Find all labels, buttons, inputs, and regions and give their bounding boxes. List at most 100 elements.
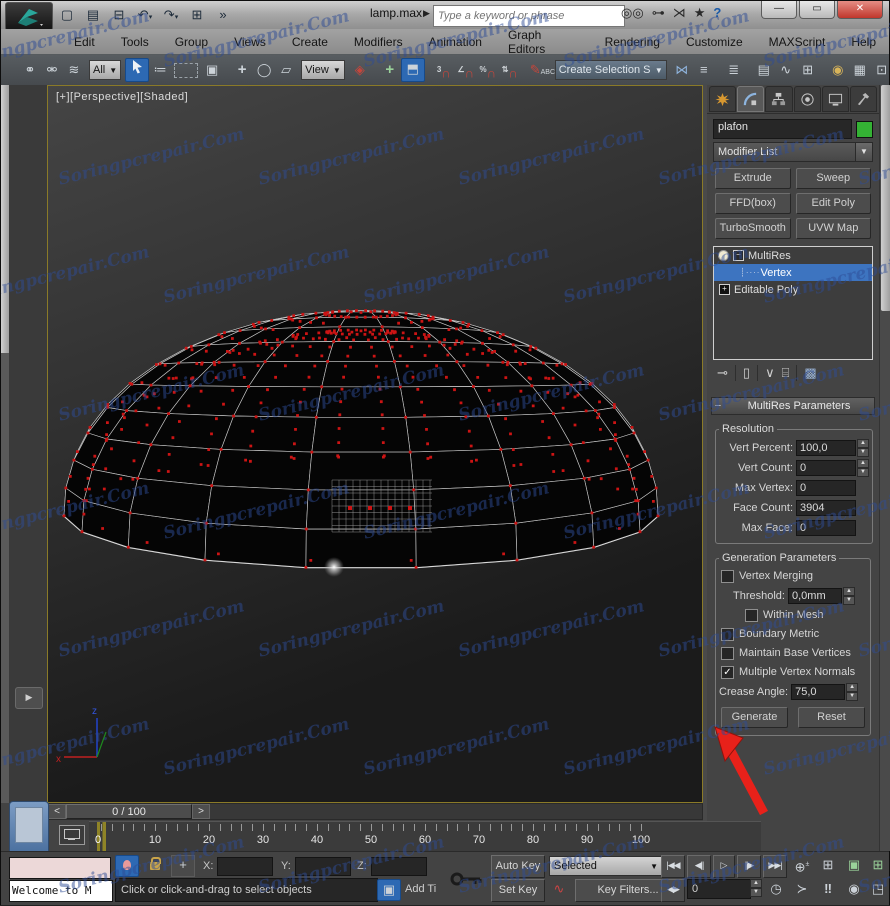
window-crossing-toggle-icon[interactable]: ▣ bbox=[201, 59, 223, 81]
percent-snap-toggle-icon[interactable]: %∩ bbox=[477, 59, 499, 81]
play-button[interactable]: ▷ bbox=[713, 855, 735, 878]
object-color-swatch[interactable] bbox=[856, 121, 873, 138]
selection-filter-dropdown[interactable]: All▼ bbox=[89, 60, 121, 80]
viewport-layout-thumbnail[interactable] bbox=[9, 801, 49, 855]
menu-edit[interactable]: Edit bbox=[61, 35, 108, 49]
menu-maxscript[interactable]: MAXScript bbox=[756, 35, 839, 49]
menu-tools[interactable]: Tools bbox=[108, 35, 162, 49]
search-icon[interactable]: ◎◎ bbox=[621, 5, 644, 21]
favorites-star-icon[interactable]: ★ bbox=[694, 5, 706, 21]
help-icon[interactable]: ? bbox=[713, 5, 721, 21]
walk-through-button[interactable]: ‼ bbox=[817, 879, 839, 899]
graphite-ribbon-icon[interactable]: ▤ bbox=[753, 59, 775, 81]
object-name-field[interactable]: plafon bbox=[713, 119, 852, 139]
previous-frame-button[interactable]: ◀|| bbox=[687, 855, 711, 878]
x-coordinate-field[interactable] bbox=[217, 857, 273, 876]
previous-frame-nub[interactable]: < bbox=[48, 804, 66, 819]
track-bar[interactable]: 0102030405060708090100 bbox=[89, 821, 761, 854]
menu-customize[interactable]: Customize bbox=[673, 35, 756, 49]
left-scrollbar[interactable] bbox=[1, 85, 9, 803]
reference-coordinate-system-dropdown[interactable]: View▼ bbox=[301, 60, 345, 80]
set-key-button[interactable]: Set Key bbox=[491, 879, 545, 902]
field-of-view-button[interactable]: ≻ bbox=[791, 879, 813, 899]
maximize-viewport-toggle[interactable]: ◳ bbox=[867, 879, 889, 899]
subscription-key-icon[interactable]: ⊶ bbox=[652, 5, 665, 21]
viewport[interactable]: [+][Perspective][Shaded] xz bbox=[47, 85, 703, 803]
maintain-base-vertices-checkbox[interactable] bbox=[721, 647, 734, 660]
vert-percent-field[interactable]: 100,0 bbox=[796, 440, 856, 456]
select-by-name-icon[interactable]: ≔ bbox=[149, 59, 171, 81]
menu-animation[interactable]: Animation bbox=[416, 35, 495, 49]
menu-modifiers[interactable]: Modifiers bbox=[341, 35, 416, 49]
threshold-field[interactable]: 0,0mm bbox=[788, 588, 842, 604]
unlink-selection-icon[interactable]: ⚮ bbox=[41, 59, 63, 81]
vertex-merging-checkbox[interactable] bbox=[721, 570, 734, 583]
panel-scrollbar-thumb[interactable] bbox=[881, 85, 890, 311]
pin-stack-icon[interactable]: ⊸ bbox=[717, 365, 728, 381]
modifier-stack[interactable]: − MultiRes ┊···· Vertex + Editable Poly bbox=[713, 246, 873, 360]
ffd-box-button[interactable]: FFD(box) bbox=[715, 193, 791, 214]
schematic-view-icon[interactable]: ⊞ bbox=[797, 59, 819, 81]
lock-icon[interactable] bbox=[145, 858, 165, 873]
tab-modify[interactable] bbox=[737, 86, 764, 112]
tab-display[interactable] bbox=[822, 86, 849, 112]
current-frame-field[interactable]: 0 bbox=[687, 879, 751, 899]
stack-row-editable-poly[interactable]: + Editable Poly bbox=[714, 281, 872, 298]
multires-parameters-rollout-header[interactable]: − MultiRes Parameters bbox=[711, 397, 875, 415]
tab-utilities[interactable] bbox=[850, 86, 877, 112]
key-mode-toggle[interactable]: ◀▶ bbox=[661, 879, 685, 902]
redo-icon[interactable]: ↷▾ bbox=[161, 5, 181, 25]
crease-angle-spinner[interactable]: ▲▼ bbox=[846, 683, 858, 700]
add-time-tag[interactable]: Add Ti bbox=[405, 883, 447, 895]
go-to-start-button[interactable]: |◀◀ bbox=[661, 855, 685, 878]
boundary-metric-checkbox[interactable] bbox=[721, 628, 734, 641]
panel-scrollbar[interactable] bbox=[879, 85, 890, 851]
left-scrollbar-thumb[interactable] bbox=[1, 85, 9, 353]
vert-count-field[interactable]: 0 bbox=[796, 460, 856, 476]
remove-modifier-icon[interactable]: ⌸ bbox=[782, 365, 790, 381]
time-slider-thumb[interactable]: 0 / 100 bbox=[66, 804, 192, 819]
y-coordinate-field[interactable] bbox=[295, 857, 351, 876]
configure-modifier-sets-icon[interactable]: ▩ bbox=[804, 365, 816, 381]
open-mini-curve-editor-icon[interactable] bbox=[59, 825, 85, 845]
z-coordinate-field[interactable] bbox=[371, 857, 427, 876]
auto-key-button[interactable]: Auto Key bbox=[491, 855, 545, 878]
absolute-offset-mode-toggle[interactable]: + bbox=[171, 855, 195, 877]
layer-manager-icon[interactable]: ≣ bbox=[723, 59, 745, 81]
stack-row-multires[interactable]: − MultiRes bbox=[714, 247, 872, 264]
modifier-list-dropdown[interactable]: Modifier List ▼ bbox=[713, 142, 873, 162]
zoom-button[interactable]: ⊕± bbox=[791, 855, 813, 875]
tab-create[interactable] bbox=[709, 86, 736, 112]
turbosmooth-button[interactable]: TurboSmooth bbox=[715, 218, 791, 239]
default-in-out-tangent-icon[interactable]: ∿ bbox=[549, 881, 569, 897]
align-icon[interactable]: ≡ bbox=[693, 59, 715, 81]
stack-row-vertex[interactable]: ┊···· Vertex bbox=[714, 264, 872, 281]
selection-lock-toggle[interactable] bbox=[115, 855, 139, 877]
menu-views[interactable]: Views bbox=[221, 35, 279, 49]
extrude-button[interactable]: Extrude bbox=[715, 168, 791, 189]
vert-percent-spinner[interactable]: ▲▼ bbox=[857, 439, 869, 456]
time-slider-track[interactable] bbox=[210, 804, 702, 819]
frame-spinner[interactable]: ▲▼ bbox=[750, 879, 762, 896]
expand-icon[interactable]: + bbox=[719, 284, 730, 295]
menu-rendering[interactable]: Rendering bbox=[592, 35, 673, 49]
spinner-snap-toggle-icon[interactable]: ⇅∩ bbox=[499, 59, 521, 81]
maxscript-mini-listener[interactable]: Welcome to M bbox=[9, 880, 113, 902]
multiple-vertex-normals-checkbox[interactable]: ✓ bbox=[721, 666, 734, 679]
uvw-map-button[interactable]: UVW Map bbox=[796, 218, 872, 239]
tab-motion[interactable] bbox=[794, 86, 821, 112]
rectangular-selection-region-icon[interactable] bbox=[174, 63, 198, 78]
select-and-move-icon[interactable]: + bbox=[231, 59, 253, 81]
show-end-result-icon[interactable]: ▯ bbox=[743, 365, 750, 381]
crease-angle-field[interactable]: 75,0 bbox=[791, 684, 845, 700]
named-selection-set-dropdown[interactable]: Create Selection Se▼ bbox=[555, 60, 667, 80]
within-mesh-checkbox[interactable] bbox=[745, 609, 758, 622]
render-setup-icon[interactable]: ▦ bbox=[849, 59, 871, 81]
menu-help[interactable]: Help bbox=[838, 35, 889, 49]
tab-hierarchy[interactable] bbox=[765, 86, 792, 112]
save-file-icon[interactable]: ⊟ bbox=[109, 5, 129, 25]
undo-icon[interactable]: ↶▾ bbox=[135, 5, 155, 25]
zoom-all-button[interactable]: ⊞ bbox=[817, 855, 839, 875]
keyboard-shortcut-override-icon[interactable]: ⬒ bbox=[401, 58, 425, 82]
selection-set-key-dropdown[interactable]: Selected ▼ bbox=[549, 856, 663, 876]
